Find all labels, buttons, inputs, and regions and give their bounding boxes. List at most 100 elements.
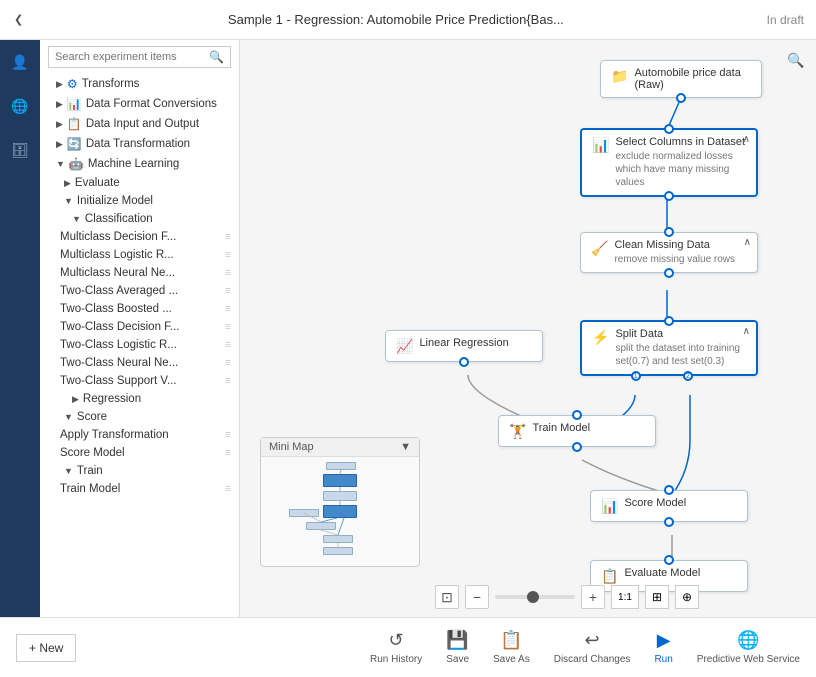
port-bottom-left-split: 1	[631, 371, 641, 381]
draft-status: In draft	[767, 13, 804, 27]
mini-map-dropdown-icon[interactable]: ▼	[400, 441, 411, 453]
toolbar-actions: ↺ Run History 💾 Save 📋 Save As ↩ Discard…	[370, 630, 800, 665]
collapse-node-icon[interactable]: ∧	[743, 134, 750, 145]
port-bottom-select-columns	[664, 191, 674, 201]
sidebar-item-two-class-support[interactable]: Two-Class Support V... ≡	[40, 372, 239, 390]
sidebar-item-two-class-logistic[interactable]: Two-Class Logistic R... ≡	[40, 336, 239, 354]
search-input[interactable]	[55, 51, 205, 63]
new-button[interactable]: + New	[16, 634, 76, 662]
drag-handle-icon: ≡	[225, 357, 231, 369]
node-score-model[interactable]: 📊 Score Model	[590, 490, 748, 522]
layers-icon[interactable]: 🗄	[6, 136, 34, 164]
collapse-sidebar-button[interactable]: ❮	[12, 11, 25, 28]
port-top-train	[572, 410, 582, 420]
discard-button[interactable]: ↩ Discard Changes	[554, 630, 631, 665]
main-layout: 👤 🌐 🗄 🔍 ▶ ⚙ Transforms ▶ 📊 Data Format C…	[0, 40, 816, 617]
drag-handle-icon: ≡	[225, 321, 231, 333]
discard-icon: ↩	[585, 630, 600, 651]
zoom-controls: ⊡ − + 1:1 ⊞ ⊕	[435, 585, 699, 609]
zoom-slider-thumb	[527, 591, 539, 603]
data-input-icon: 📋	[67, 117, 82, 131]
mini-node-split-data	[323, 505, 357, 518]
mini-node-select-columns	[323, 474, 357, 487]
sidebar-item-apply-transformation[interactable]: Apply Transformation ≡	[40, 426, 239, 444]
mini-map-content	[261, 457, 419, 563]
data-format-icon: 📊	[67, 97, 82, 111]
drag-handle-icon: ≡	[225, 375, 231, 387]
node-linear-regression[interactable]: 📈 Linear Regression	[385, 330, 543, 362]
chevron-right-icon: ▶	[72, 394, 79, 405]
fit-frame-button[interactable]: ⊡	[435, 585, 459, 609]
save-icon: 💾	[446, 630, 468, 651]
mini-node-clean-missing	[323, 491, 357, 501]
sidebar-tree: ▶ ⚙ Transforms ▶ 📊 Data Format Conversio…	[40, 74, 239, 617]
sidebar-item-multiclass-decision[interactable]: Multiclass Decision F... ≡	[40, 228, 239, 246]
sidebar-item-regression[interactable]: ▶ Regression	[40, 390, 239, 408]
page-title: Sample 1 - Regression: Automobile Price …	[33, 12, 758, 27]
run-history-button[interactable]: ↺ Run History	[370, 630, 422, 665]
sidebar-item-data-transform[interactable]: ▶ 🔄 Data Transformation	[40, 134, 239, 154]
port-bottom-score	[664, 517, 674, 527]
globe-icon[interactable]: 🌐	[6, 92, 34, 120]
node-select-columns[interactable]: ∧ 📊 Select Columns in Dataset exclude no…	[580, 128, 758, 197]
node-clean-missing[interactable]: ∧ 🧹 Clean Missing Data remove missing va…	[580, 232, 758, 273]
drag-handle-icon: ≡	[225, 267, 231, 279]
sidebar-item-train-model[interactable]: Train Model ≡	[40, 480, 239, 498]
fit-canvas-button[interactable]: ⊞	[645, 585, 669, 609]
sidebar-item-two-class-neural[interactable]: Two-Class Neural Ne... ≡	[40, 354, 239, 372]
mini-node-linear-regression	[289, 509, 319, 517]
sidebar-item-machine-learning[interactable]: ▼ 🤖 Machine Learning	[40, 154, 239, 174]
sidebar-item-train[interactable]: ▼ Train	[40, 462, 239, 480]
drag-handle-icon: ≡	[225, 429, 231, 441]
sidebar-item-multiclass-neural[interactable]: Multiclass Neural Ne... ≡	[40, 264, 239, 282]
drag-handle-icon: ≡	[225, 285, 231, 297]
evaluate-icon: 📋	[601, 568, 618, 585]
canvas-search-icon[interactable]: 🔍	[784, 48, 808, 72]
chevron-down-icon: ▼	[72, 214, 81, 224]
zoom-in-button[interactable]: +	[581, 585, 605, 609]
center-button[interactable]: ⊕	[675, 585, 699, 609]
sidebar-item-score-model[interactable]: Score Model ≡	[40, 444, 239, 462]
drag-handle-icon: ≡	[225, 231, 231, 243]
drag-handle-icon: ≡	[225, 249, 231, 261]
canvas-area[interactable]: 🔍 📁 Automobile price data (Raw	[240, 40, 816, 617]
sidebar-item-classification[interactable]: ▼ Classification	[40, 210, 239, 228]
predictive-button[interactable]: 🌐 Predictive Web Service	[697, 630, 800, 665]
zoom-slider[interactable]	[495, 595, 575, 599]
top-bar: ❮ Sample 1 - Regression: Automobile Pric…	[0, 0, 816, 40]
chevron-right-icon: ▶	[56, 139, 63, 150]
run-button[interactable]: ▶ Run	[654, 630, 672, 665]
port-top-evaluate	[664, 555, 674, 565]
run-history-icon: ↺	[389, 630, 404, 651]
port-bottom-right-split: 2	[683, 371, 693, 381]
sidebar-item-transforms[interactable]: ▶ ⚙ Transforms	[40, 74, 239, 94]
chevron-right-icon: ▶	[56, 119, 63, 130]
user-icon[interactable]: 👤	[6, 48, 34, 76]
collapse-node-icon[interactable]: ∧	[743, 326, 750, 337]
sidebar-item-two-class-decision-f[interactable]: Two-Class Decision F... ≡	[40, 318, 239, 336]
node-split-data[interactable]: ∧ ⚡ Split Data split the dataset into tr…	[580, 320, 758, 376]
sidebar: 🔍 ▶ ⚙ Transforms ▶ 📊 Data Format Convers…	[40, 40, 240, 617]
sidebar-item-two-class-boosted[interactable]: Two-Class Boosted ... ≡	[40, 300, 239, 318]
save-button[interactable]: 💾 Save	[446, 630, 469, 665]
collapse-node-icon[interactable]: ∧	[744, 237, 751, 248]
predictive-icon: 🌐	[737, 630, 759, 651]
node-train-model[interactable]: 🏋 Train Model	[498, 415, 656, 447]
zoom-reset-button[interactable]: 1:1	[611, 585, 639, 609]
mini-node-auto-price	[326, 462, 356, 470]
save-as-button[interactable]: 📋 Save As	[493, 630, 530, 665]
sidebar-item-two-class-averaged[interactable]: Two-Class Averaged ... ≡	[40, 282, 239, 300]
sidebar-item-data-format[interactable]: ▶ 📊 Data Format Conversions	[40, 94, 239, 114]
port-bottom-clean	[664, 268, 674, 278]
sidebar-item-data-input[interactable]: ▶ 📋 Data Input and Output	[40, 114, 239, 134]
sidebar-item-multiclass-logistic[interactable]: Multiclass Logistic R... ≡	[40, 246, 239, 264]
search-icon: 🔍	[209, 50, 224, 64]
sidebar-item-score[interactable]: ▼ Score	[40, 408, 239, 426]
drag-handle-icon: ≡	[225, 339, 231, 351]
zoom-out-button[interactable]: −	[465, 585, 489, 609]
run-icon: ▶	[657, 630, 671, 651]
drag-handle-icon: ≡	[225, 447, 231, 459]
node-auto-price[interactable]: 📁 Automobile price data (Raw)	[600, 60, 762, 98]
sidebar-item-initialize-model[interactable]: ▼ Initialize Model	[40, 192, 239, 210]
sidebar-item-evaluate[interactable]: ▶ Evaluate	[40, 174, 239, 192]
